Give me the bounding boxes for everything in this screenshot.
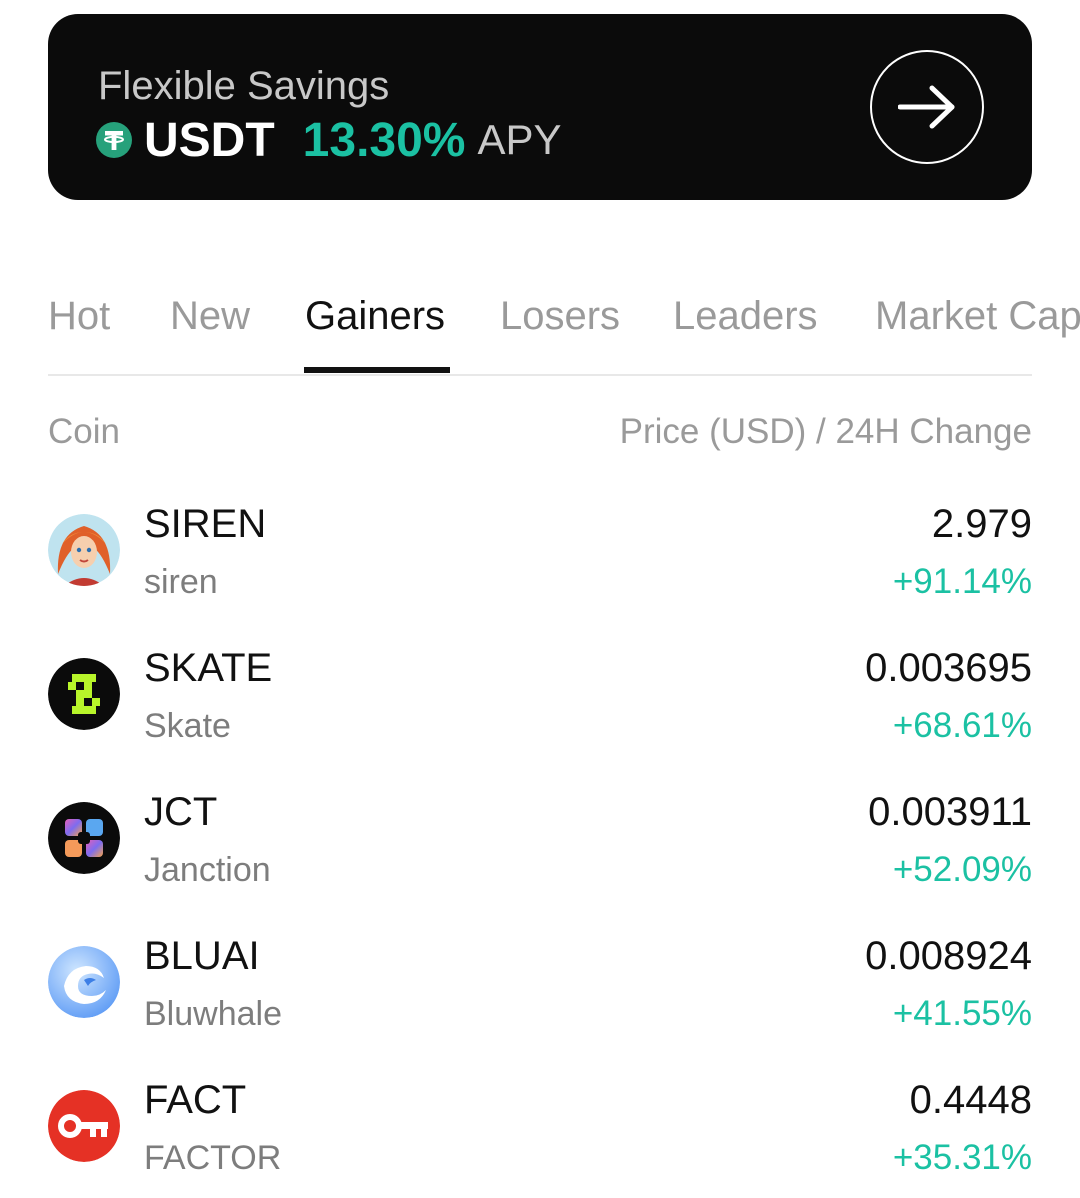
arrow-right-icon [898,85,955,129]
coin-symbol: FACT [144,1078,247,1122]
list-item[interactable]: FACT FACTOR 0.4448 +35.31% [48,1054,1032,1198]
coin-name: FACTOR [144,1139,282,1177]
active-tab-indicator [304,367,450,373]
bluai-icon [48,946,120,1018]
coin-symbol: BLUAI [144,934,260,978]
column-header-price-change[interactable]: Price (USD) / 24H Change [620,410,1032,454]
list-item[interactable]: JCT Janction 0.003911 +52.09% [48,766,1032,910]
coin-name: siren [144,563,218,601]
coin-price: 0.003911 [868,790,1032,834]
market-tabs: Hot New Gainers Losers Leaders Market Ca… [48,270,1080,375]
coin-symbol: SIREN [144,502,267,546]
tab-leaders[interactable]: Leaders [673,292,818,340]
banner-offer: USDT 13.30% APY [96,112,562,168]
flexible-savings-banner[interactable]: Flexible Savings USDT 13.30% APY [48,14,1032,200]
tab-new[interactable]: New [170,292,250,340]
banner-go-button[interactable] [870,50,984,164]
coin-name: Janction [144,851,271,889]
tab-gainers[interactable]: Gainers [305,292,445,340]
coin-list: SIREN siren 2.979 +91.14% SKATE Skate 0.… [48,478,1032,1198]
coin-name: Skate [144,707,231,745]
coin-change: +52.09% [892,850,1032,889]
tab-hot[interactable]: Hot [48,292,110,340]
tab-losers[interactable]: Losers [500,292,620,340]
coin-price: 0.4448 [909,1078,1032,1122]
coin-symbol: SKATE [144,646,273,690]
tab-market-cap[interactable]: Market Cap [875,292,1080,340]
coin-change: +91.14% [892,562,1032,601]
jct-icon [48,802,120,874]
banner-title: Flexible Savings [98,64,390,108]
coin-price: 0.008924 [865,934,1032,978]
fact-key-icon [48,1090,120,1162]
coin-name: Bluwhale [144,995,282,1033]
list-item[interactable]: SIREN siren 2.979 +91.14% [48,478,1032,622]
banner-coin: USDT [144,113,275,167]
usdt-icon [96,122,132,158]
banner-apy-rate: 13.30% [302,113,466,167]
banner-apy-label: APY [477,116,562,163]
skate-icon [48,658,120,730]
column-header-coin: Coin [48,412,120,451]
coin-price: 0.003695 [865,646,1032,690]
tabs-divider [48,374,1032,376]
coin-change: +68.61% [892,706,1032,745]
list-item[interactable]: SKATE Skate 0.003695 +68.61% [48,622,1032,766]
coin-symbol: JCT [144,790,218,834]
list-item[interactable]: BLUAI Bluwhale 0.008924 +41.55% [48,910,1032,1054]
siren-icon [48,514,120,586]
coin-change: +35.31% [892,1138,1032,1177]
coin-price: 2.979 [931,502,1032,546]
coin-change: +41.55% [892,994,1032,1033]
